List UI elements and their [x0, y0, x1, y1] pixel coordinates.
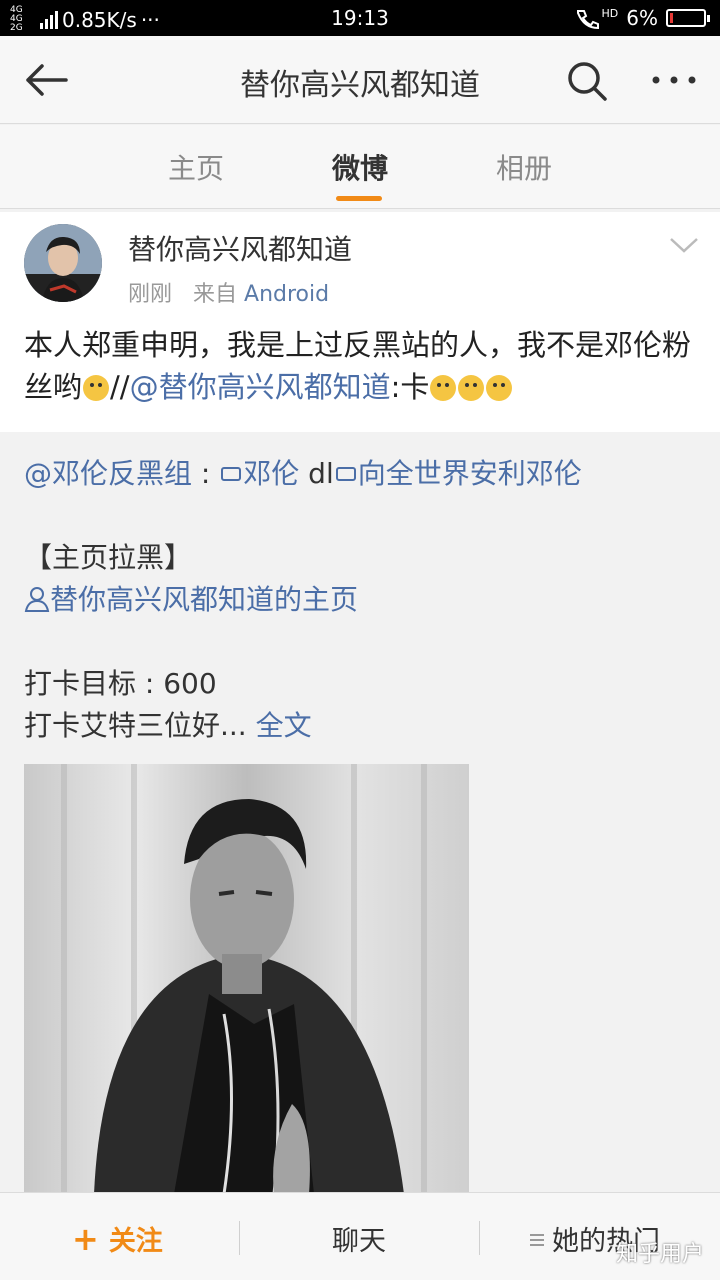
post-text-tail: :卡: [390, 370, 430, 404]
post-source-prefix: 来自: [193, 282, 238, 307]
post-time: 刚刚: [128, 282, 173, 307]
plus-icon: +: [72, 1220, 99, 1258]
repost-photo[interactable]: [24, 764, 469, 1194]
topic-link-recommend[interactable]: 向全世界安利邓伦: [358, 457, 582, 490]
status-right: HD 6%: [574, 6, 710, 30]
shocked-emoji-icon: [83, 375, 110, 401]
topic-link-dl[interactable]: 邓伦: [243, 457, 299, 490]
topic-tag-icon: [335, 467, 356, 481]
follow-button[interactable]: + 关注: [72, 1219, 163, 1258]
mention-link[interactable]: @替你高兴风都知道: [130, 370, 391, 404]
active-tab-indicator: [336, 196, 382, 201]
tab-album[interactable]: 相册: [469, 147, 579, 187]
search-icon[interactable]: [566, 60, 608, 102]
status-bar: 4G 4G 2G 0.85K/s ··· 19:13 HD 6%: [0, 0, 720, 36]
screen: 4G 4G 2G 0.85K/s ··· 19:13 HD 6% 替你高兴风都知…: [0, 0, 720, 1280]
avatar[interactable]: [24, 224, 102, 302]
chat-button[interactable]: 聊天: [332, 1219, 386, 1258]
hd-call-icon: [576, 10, 599, 29]
post-meta: 刚刚 来自 Android: [128, 276, 329, 308]
repost-section-title: 【主页拉黑】: [24, 541, 193, 574]
bottom-action-bar: + 关注 聊天 她的热门: [0, 1192, 720, 1280]
divider: [239, 1221, 240, 1255]
watermark: 知乎用户: [615, 1242, 704, 1267]
repost-truncated-text: 打卡艾特三位好...: [24, 709, 247, 742]
user-icon: [24, 587, 50, 612]
repost-colon: :: [192, 457, 211, 490]
doge-emoji-icon: [486, 375, 513, 401]
doge-emoji-icon: [458, 375, 485, 401]
topic-suffix: dl: [299, 457, 334, 490]
hd-label: HD: [601, 6, 619, 20]
repost-mention[interactable]: @邓伦反黑组: [24, 457, 192, 490]
page-title: 替你高兴风都知道: [240, 68, 480, 103]
divider: [479, 1221, 480, 1255]
battery-icon: [666, 9, 710, 27]
battery-percent: 6%: [626, 6, 658, 30]
tab-weibo[interactable]: 微博: [305, 147, 415, 187]
follow-label: 关注: [108, 1226, 163, 1257]
doge-emoji-icon: [430, 375, 457, 401]
post-source: Android: [244, 282, 330, 307]
more-options-icon[interactable]: [650, 64, 698, 96]
topic-tag-icon: [221, 467, 242, 481]
profile-tabs: 主页 微博 相册: [0, 125, 720, 209]
repost-mention-line: @邓伦反黑组 : 邓伦 dl 向全世界安利邓伦: [24, 452, 582, 492]
repost-more-line: 打卡艾特三位好... 全文: [24, 704, 312, 744]
full-text-link[interactable]: 全文: [256, 709, 312, 742]
tab-home[interactable]: 主页: [141, 147, 251, 187]
homepage-link[interactable]: 替你高兴风都知道的主页: [50, 583, 358, 616]
post-card[interactable]: 替你高兴风都知道 刚刚 来自 Android 本人郑重申明，我是上过反黑站的人，…: [0, 212, 720, 432]
chevron-down-icon[interactable]: [668, 234, 700, 256]
checkin-goal: 打卡目标 : 600: [24, 667, 217, 700]
homepage-link-line: 替你高兴风都知道的主页: [24, 578, 358, 618]
post-text: 本人郑重申明，我是上过反黑站的人，我不是邓伦粉丝哟//@替你高兴风都知道:卡: [24, 324, 704, 408]
title-bar: 替你高兴风都知道: [0, 36, 720, 124]
list-icon: [530, 1234, 544, 1246]
post-text-separator: //: [110, 370, 130, 404]
post-author[interactable]: 替你高兴风都知道: [128, 228, 352, 268]
repost-area[interactable]: @邓伦反黑组 : 邓伦 dl 向全世界安利邓伦 【主页拉黑】 替你高兴风都知道的主…: [0, 432, 720, 1194]
